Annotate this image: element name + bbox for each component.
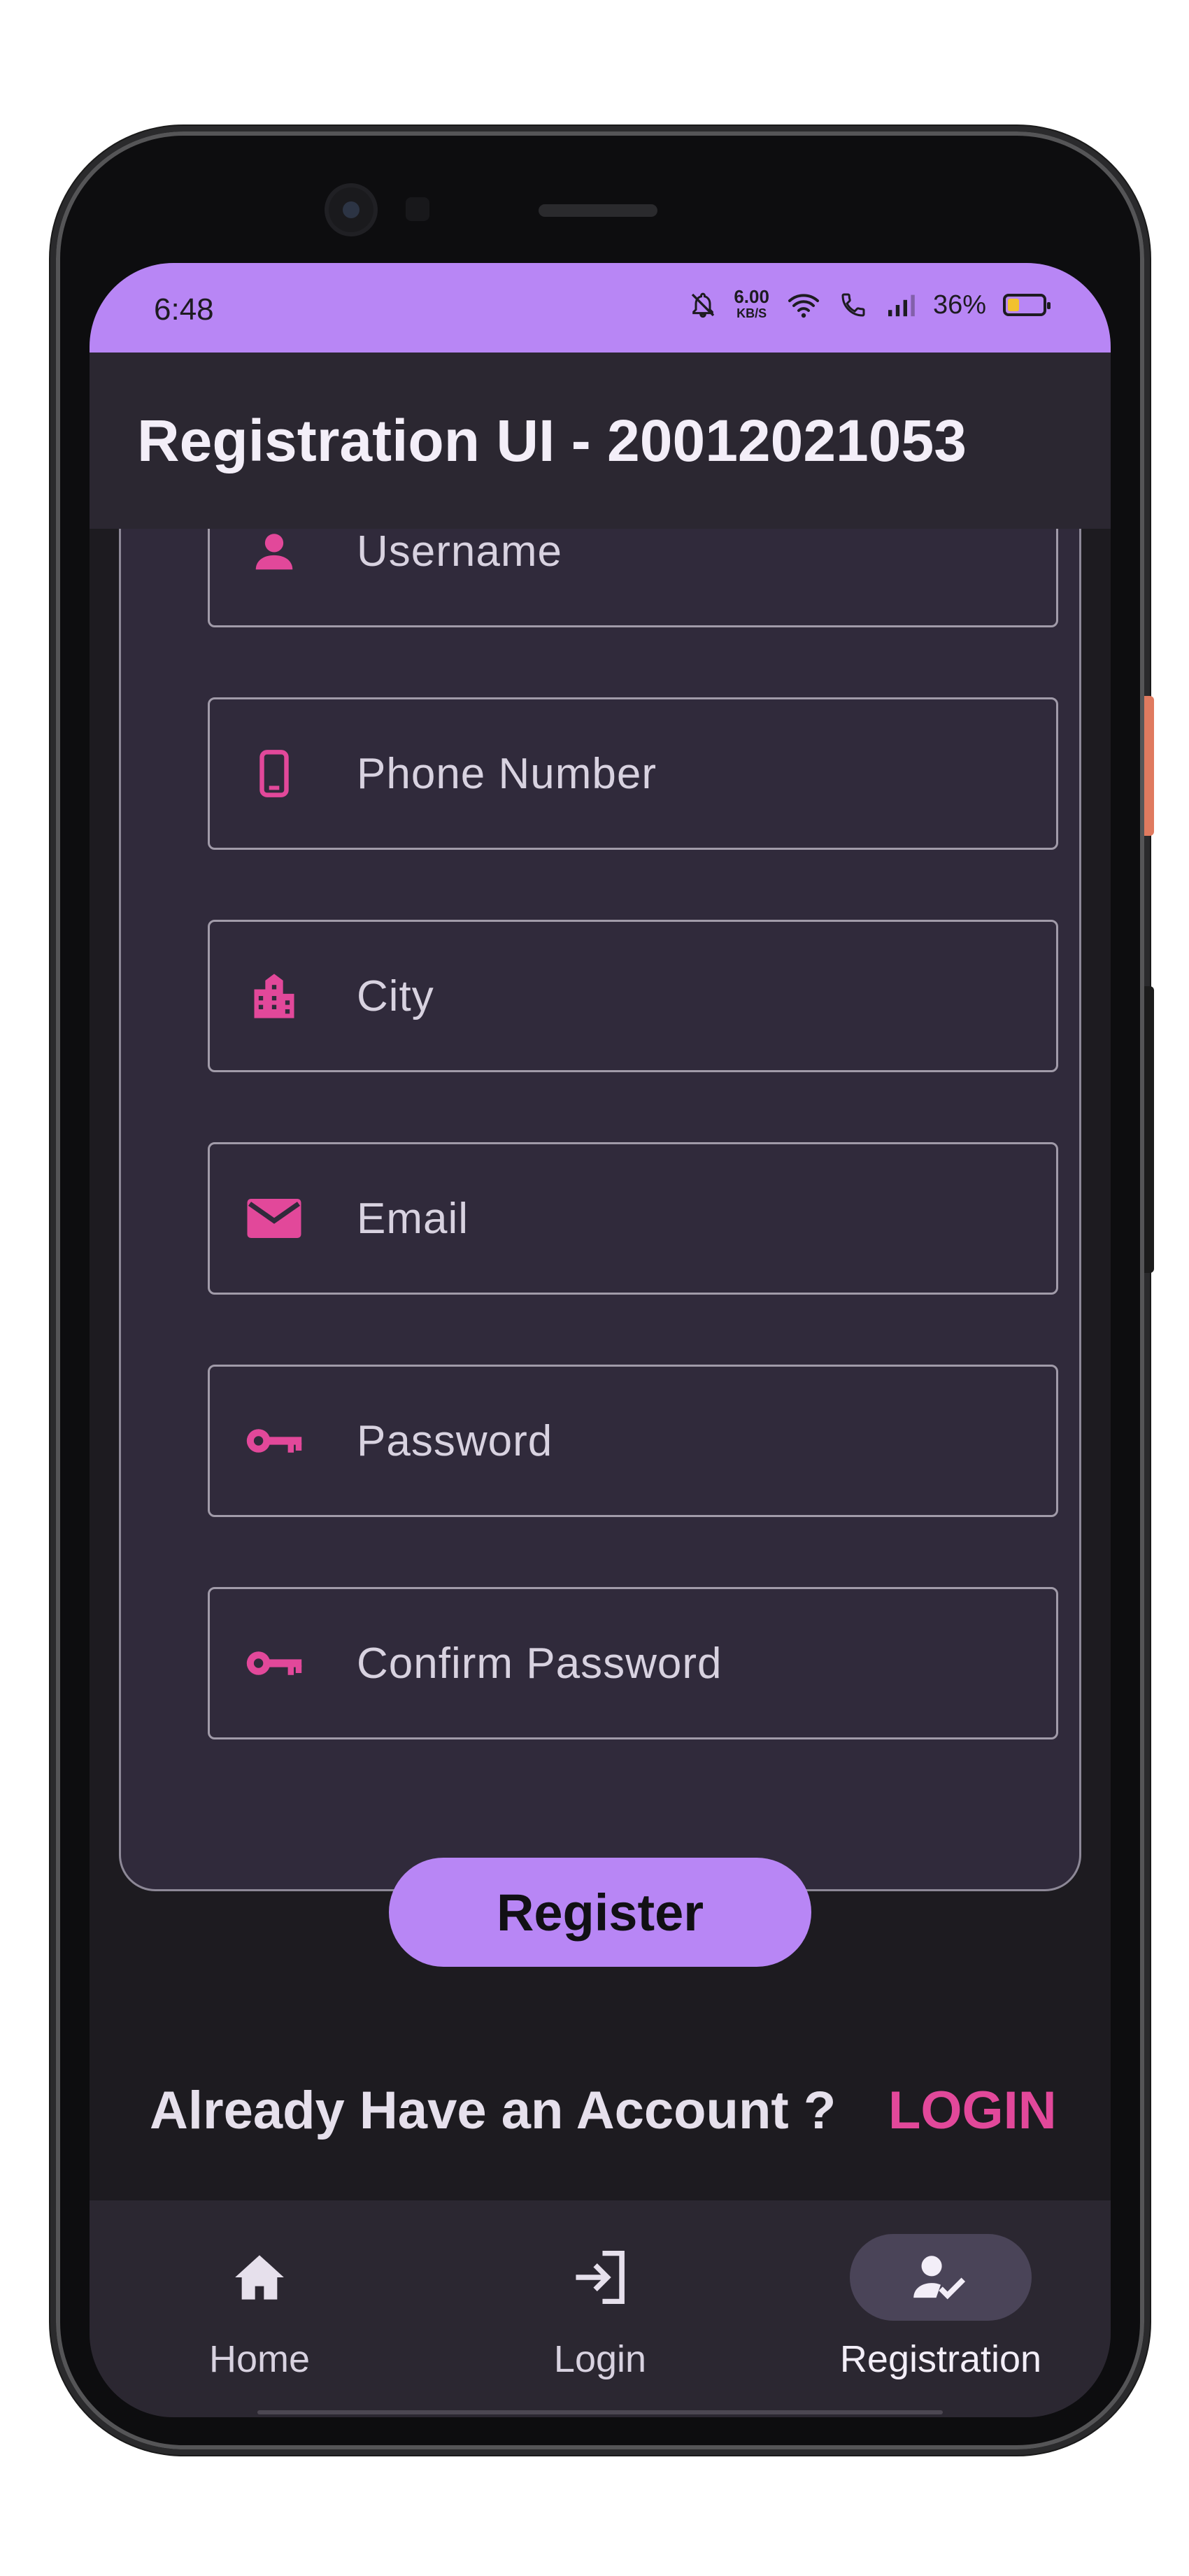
confirm-password-placeholder: Confirm Password [357,1639,722,1688]
email-icon [245,1189,304,1248]
phone-number-field[interactable]: Phone Number [208,697,1058,850]
signal-icon [888,294,915,317]
phone-icon [245,744,304,803]
status-time: 6:48 [154,292,214,327]
main-content: Username Phone Number City Email Passwor… [90,529,1111,2200]
app-bar: Registration UI - 20012021053 [90,353,1111,529]
city-placeholder: City [357,972,434,1020]
status-bar: 6:48 6.00 KB/S 36% [90,263,1111,353]
login-link[interactable]: LOGIN [888,2080,1057,2141]
login-icon [509,2234,691,2321]
page-title: Registration UI - 20012021053 [137,407,967,474]
register-button[interactable]: Register [389,1858,811,1967]
password-placeholder: Password [357,1416,553,1465]
screen: 6:48 6.00 KB/S 36% Registration UI - 200… [90,263,1111,2417]
nav-item-registration[interactable]: Registration [771,2200,1111,2417]
battery-percent: 36% [932,290,986,320]
wifi-calling-icon [841,293,865,317]
nav-item-login[interactable]: Login [430,2200,770,2417]
registration-card: Username Phone Number City Email Passwor… [119,529,1081,1891]
person-icon [245,529,304,581]
earpiece-speaker [539,204,657,217]
username-field[interactable]: Username [208,529,1058,627]
volume-button [1144,986,1154,1273]
key-icon [245,1634,304,1693]
wifi-icon [788,294,819,318]
bottom-navigation: Home Login Registration [90,2200,1111,2417]
already-have-account-text: Already Have an Account ? [150,2081,836,2140]
network-speed: 6.00 KB/S [734,286,769,320]
home-icon [169,2234,350,2321]
power-button [1144,696,1154,836]
nav-label-registration: Registration [839,2338,1042,2380]
mute-bell-icon [692,292,715,318]
gesture-bar [257,2410,943,2414]
nav-label-login: Login [553,2338,647,2380]
email-field[interactable]: Email [208,1142,1058,1295]
phone-number-placeholder: Phone Number [357,749,657,798]
person-check-icon [850,2234,1032,2321]
front-camera [329,187,373,232]
password-field[interactable]: Password [208,1365,1058,1517]
city-icon [245,967,304,1025]
city-field[interactable]: City [208,920,1058,1072]
key-icon [245,1411,304,1470]
confirm-password-field[interactable]: Confirm Password [208,1587,1058,1739]
battery-icon [1003,294,1051,316]
status-icons: 6.00 KB/S 36% [689,286,1051,322]
username-placeholder: Username [357,529,562,576]
email-placeholder: Email [357,1194,469,1243]
nav-item-home[interactable]: Home [90,2200,429,2417]
sensor [406,197,429,221]
nav-label-home: Home [208,2338,311,2380]
